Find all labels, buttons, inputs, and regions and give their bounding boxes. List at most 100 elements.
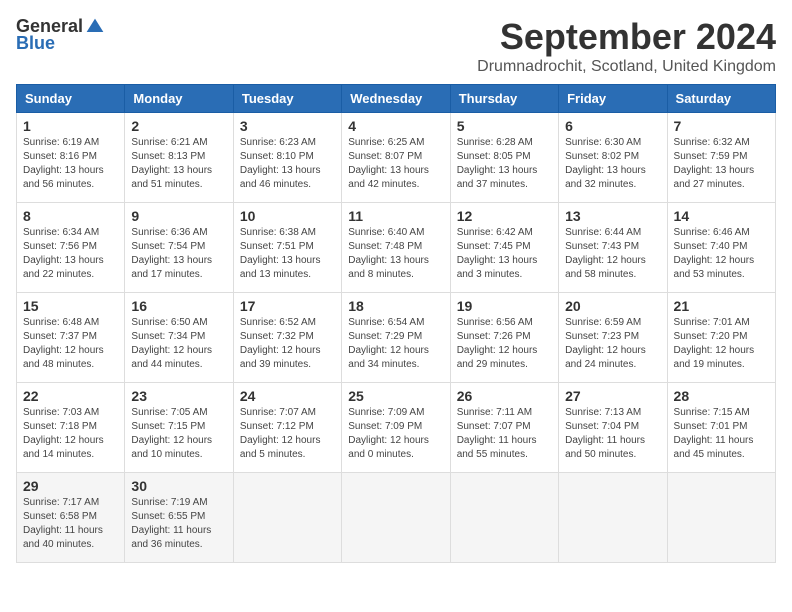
header-saturday: Saturday bbox=[667, 85, 775, 113]
day-number: 14 bbox=[674, 208, 769, 224]
calendar-cell: 2 Sunrise: 6:21 AM Sunset: 8:13 PM Dayli… bbox=[125, 113, 233, 203]
calendar-cell: 13 Sunrise: 6:44 AM Sunset: 7:43 PM Dayl… bbox=[559, 203, 667, 293]
logo-blue: Blue bbox=[16, 33, 55, 54]
day-info: Sunrise: 7:01 AM Sunset: 7:20 PM Dayligh… bbox=[674, 316, 769, 372]
calendar-cell bbox=[667, 473, 775, 563]
day-number: 27 bbox=[565, 388, 660, 404]
calendar-cell: 11 Sunrise: 6:40 AM Sunset: 7:48 PM Dayl… bbox=[342, 203, 450, 293]
logo-icon bbox=[85, 17, 105, 37]
day-number: 29 bbox=[23, 478, 118, 494]
calendar-cell: 19 Sunrise: 6:56 AM Sunset: 7:26 PM Dayl… bbox=[450, 293, 558, 383]
week-row-3: 15 Sunrise: 6:48 AM Sunset: 7:37 PM Dayl… bbox=[17, 293, 776, 383]
calendar-cell: 9 Sunrise: 6:36 AM Sunset: 7:54 PM Dayli… bbox=[125, 203, 233, 293]
day-number: 24 bbox=[240, 388, 335, 404]
calendar-cell: 21 Sunrise: 7:01 AM Sunset: 7:20 PM Dayl… bbox=[667, 293, 775, 383]
day-info: Sunrise: 6:32 AM Sunset: 7:59 PM Dayligh… bbox=[674, 136, 769, 192]
day-info: Sunrise: 6:30 AM Sunset: 8:02 PM Dayligh… bbox=[565, 136, 660, 192]
day-number: 5 bbox=[457, 118, 552, 134]
day-number: 20 bbox=[565, 298, 660, 314]
day-number: 7 bbox=[674, 118, 769, 134]
calendar-table: Sunday Monday Tuesday Wednesday Thursday… bbox=[16, 84, 776, 563]
day-number: 30 bbox=[131, 478, 226, 494]
day-info: Sunrise: 7:17 AM Sunset: 6:58 PM Dayligh… bbox=[23, 496, 118, 552]
day-info: Sunrise: 7:09 AM Sunset: 7:09 PM Dayligh… bbox=[348, 406, 443, 462]
day-info: Sunrise: 7:05 AM Sunset: 7:15 PM Dayligh… bbox=[131, 406, 226, 462]
header-thursday: Thursday bbox=[450, 85, 558, 113]
calendar-cell bbox=[559, 473, 667, 563]
day-info: Sunrise: 6:44 AM Sunset: 7:43 PM Dayligh… bbox=[565, 226, 660, 282]
day-number: 21 bbox=[674, 298, 769, 314]
calendar-cell bbox=[450, 473, 558, 563]
calendar-cell: 23 Sunrise: 7:05 AM Sunset: 7:15 PM Dayl… bbox=[125, 383, 233, 473]
calendar-header-row: Sunday Monday Tuesday Wednesday Thursday… bbox=[17, 85, 776, 113]
calendar-cell: 24 Sunrise: 7:07 AM Sunset: 7:12 PM Dayl… bbox=[233, 383, 341, 473]
day-number: 25 bbox=[348, 388, 443, 404]
calendar-cell bbox=[233, 473, 341, 563]
calendar-cell: 6 Sunrise: 6:30 AM Sunset: 8:02 PM Dayli… bbox=[559, 113, 667, 203]
week-row-1: 1 Sunrise: 6:19 AM Sunset: 8:16 PM Dayli… bbox=[17, 113, 776, 203]
day-info: Sunrise: 6:34 AM Sunset: 7:56 PM Dayligh… bbox=[23, 226, 118, 282]
calendar-cell: 16 Sunrise: 6:50 AM Sunset: 7:34 PM Dayl… bbox=[125, 293, 233, 383]
week-row-2: 8 Sunrise: 6:34 AM Sunset: 7:56 PM Dayli… bbox=[17, 203, 776, 293]
day-number: 6 bbox=[565, 118, 660, 134]
day-info: Sunrise: 6:50 AM Sunset: 7:34 PM Dayligh… bbox=[131, 316, 226, 372]
day-number: 3 bbox=[240, 118, 335, 134]
calendar-cell: 17 Sunrise: 6:52 AM Sunset: 7:32 PM Dayl… bbox=[233, 293, 341, 383]
calendar-cell: 15 Sunrise: 6:48 AM Sunset: 7:37 PM Dayl… bbox=[17, 293, 125, 383]
calendar-cell: 14 Sunrise: 6:46 AM Sunset: 7:40 PM Dayl… bbox=[667, 203, 775, 293]
day-number: 11 bbox=[348, 208, 443, 224]
header-sunday: Sunday bbox=[17, 85, 125, 113]
calendar-cell: 10 Sunrise: 6:38 AM Sunset: 7:51 PM Dayl… bbox=[233, 203, 341, 293]
day-info: Sunrise: 6:48 AM Sunset: 7:37 PM Dayligh… bbox=[23, 316, 118, 372]
calendar-cell: 7 Sunrise: 6:32 AM Sunset: 7:59 PM Dayli… bbox=[667, 113, 775, 203]
day-number: 10 bbox=[240, 208, 335, 224]
day-number: 1 bbox=[23, 118, 118, 134]
calendar-cell: 30 Sunrise: 7:19 AM Sunset: 6:55 PM Dayl… bbox=[125, 473, 233, 563]
calendar-cell: 25 Sunrise: 7:09 AM Sunset: 7:09 PM Dayl… bbox=[342, 383, 450, 473]
calendar-cell: 29 Sunrise: 7:17 AM Sunset: 6:58 PM Dayl… bbox=[17, 473, 125, 563]
day-info: Sunrise: 7:19 AM Sunset: 6:55 PM Dayligh… bbox=[131, 496, 226, 552]
header-tuesday: Tuesday bbox=[233, 85, 341, 113]
header-friday: Friday bbox=[559, 85, 667, 113]
calendar-cell: 3 Sunrise: 6:23 AM Sunset: 8:10 PM Dayli… bbox=[233, 113, 341, 203]
day-number: 4 bbox=[348, 118, 443, 134]
logo: General Blue bbox=[16, 16, 105, 54]
day-info: Sunrise: 6:28 AM Sunset: 8:05 PM Dayligh… bbox=[457, 136, 552, 192]
header-monday: Monday bbox=[125, 85, 233, 113]
day-number: 2 bbox=[131, 118, 226, 134]
day-info: Sunrise: 6:52 AM Sunset: 7:32 PM Dayligh… bbox=[240, 316, 335, 372]
day-number: 16 bbox=[131, 298, 226, 314]
calendar-cell: 8 Sunrise: 6:34 AM Sunset: 7:56 PM Dayli… bbox=[17, 203, 125, 293]
calendar-cell: 22 Sunrise: 7:03 AM Sunset: 7:18 PM Dayl… bbox=[17, 383, 125, 473]
calendar-cell: 26 Sunrise: 7:11 AM Sunset: 7:07 PM Dayl… bbox=[450, 383, 558, 473]
calendar-cell: 1 Sunrise: 6:19 AM Sunset: 8:16 PM Dayli… bbox=[17, 113, 125, 203]
location-title: Drumnadrochit, Scotland, United Kingdom bbox=[477, 58, 776, 76]
day-info: Sunrise: 7:11 AM Sunset: 7:07 PM Dayligh… bbox=[457, 406, 552, 462]
calendar-cell: 28 Sunrise: 7:15 AM Sunset: 7:01 PM Dayl… bbox=[667, 383, 775, 473]
day-info: Sunrise: 6:42 AM Sunset: 7:45 PM Dayligh… bbox=[457, 226, 552, 282]
calendar-cell bbox=[342, 473, 450, 563]
calendar-cell: 18 Sunrise: 6:54 AM Sunset: 7:29 PM Dayl… bbox=[342, 293, 450, 383]
day-info: Sunrise: 6:46 AM Sunset: 7:40 PM Dayligh… bbox=[674, 226, 769, 282]
calendar-cell: 4 Sunrise: 6:25 AM Sunset: 8:07 PM Dayli… bbox=[342, 113, 450, 203]
day-number: 17 bbox=[240, 298, 335, 314]
day-number: 12 bbox=[457, 208, 552, 224]
day-number: 18 bbox=[348, 298, 443, 314]
day-info: Sunrise: 7:15 AM Sunset: 7:01 PM Dayligh… bbox=[674, 406, 769, 462]
day-info: Sunrise: 7:07 AM Sunset: 7:12 PM Dayligh… bbox=[240, 406, 335, 462]
day-info: Sunrise: 6:40 AM Sunset: 7:48 PM Dayligh… bbox=[348, 226, 443, 282]
week-row-5: 29 Sunrise: 7:17 AM Sunset: 6:58 PM Dayl… bbox=[17, 473, 776, 563]
calendar-cell: 12 Sunrise: 6:42 AM Sunset: 7:45 PM Dayl… bbox=[450, 203, 558, 293]
day-info: Sunrise: 7:03 AM Sunset: 7:18 PM Dayligh… bbox=[23, 406, 118, 462]
day-info: Sunrise: 6:36 AM Sunset: 7:54 PM Dayligh… bbox=[131, 226, 226, 282]
day-info: Sunrise: 7:13 AM Sunset: 7:04 PM Dayligh… bbox=[565, 406, 660, 462]
day-number: 8 bbox=[23, 208, 118, 224]
day-info: Sunrise: 6:59 AM Sunset: 7:23 PM Dayligh… bbox=[565, 316, 660, 372]
day-number: 19 bbox=[457, 298, 552, 314]
month-title: September 2024 bbox=[477, 16, 776, 58]
day-info: Sunrise: 6:54 AM Sunset: 7:29 PM Dayligh… bbox=[348, 316, 443, 372]
page-header: General Blue September 2024 Drumnadrochi… bbox=[16, 16, 776, 76]
calendar-cell: 27 Sunrise: 7:13 AM Sunset: 7:04 PM Dayl… bbox=[559, 383, 667, 473]
day-number: 26 bbox=[457, 388, 552, 404]
day-number: 15 bbox=[23, 298, 118, 314]
